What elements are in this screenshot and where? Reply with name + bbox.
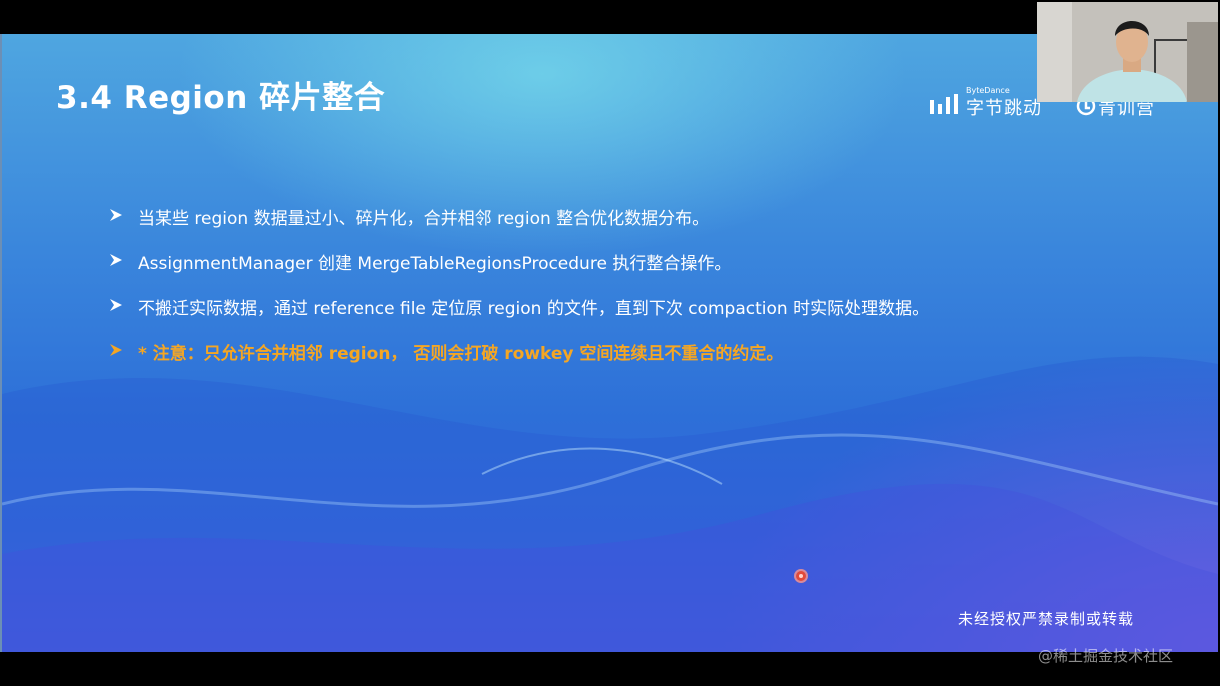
presentation-slide: 3.4 Region 碎片整合 ByteDance 字节跳动 青训营 当某些 r… (2, 34, 1218, 652)
bullet-text-warning: * 注意：只允许合并相邻 region， 否则会打破 rowkey 空间连续且不… (138, 344, 784, 364)
bullet-item: 当某些 region 数据量过小、碎片化，合并相邻 region 整合优化数据分… (108, 204, 1108, 249)
site-watermark: @稀土掘金技术社区 (1038, 647, 1174, 665)
video-frame: 3.4 Region 碎片整合 ByteDance 字节跳动 青训营 当某些 r… (0, 0, 1220, 686)
bullet-item: AssignmentManager 创建 MergeTableRegionsPr… (108, 249, 1108, 294)
arrowhead-icon (110, 254, 122, 266)
bytedance-bars-icon (930, 94, 958, 114)
arrowhead-icon (110, 344, 122, 356)
slide-title: 3.4 Region 碎片整合 (56, 80, 386, 116)
arrowhead-icon (110, 209, 122, 221)
bullet-item-warning: * 注意：只允许合并相邻 region， 否则会打破 rowkey 空间连续且不… (108, 339, 1108, 384)
presenter-video (1037, 2, 1218, 102)
bullet-list: 当某些 region 数据量过小、碎片化，合并相邻 region 整合优化数据分… (108, 204, 1108, 384)
brand-company-name: 字节跳动 (966, 98, 1042, 119)
bullet-text: AssignmentManager 创建 MergeTableRegionsPr… (138, 254, 732, 274)
laser-pointer-dot (796, 571, 806, 581)
bullet-item: 不搬迁实际数据，通过 reference file 定位原 region 的文件… (108, 294, 1108, 339)
bullet-text: 不搬迁实际数据，通过 reference file 定位原 region 的文件… (138, 299, 930, 319)
arrowhead-icon (110, 299, 122, 311)
bullet-text: 当某些 region 数据量过小、碎片化，合并相邻 region 整合优化数据分… (138, 209, 710, 229)
copyright-notice: 未经授权严禁录制或转载 (958, 610, 1135, 628)
window-edge (0, 34, 2, 652)
letterbox-bottom (0, 652, 1220, 686)
webcam-overlay (1037, 2, 1218, 102)
